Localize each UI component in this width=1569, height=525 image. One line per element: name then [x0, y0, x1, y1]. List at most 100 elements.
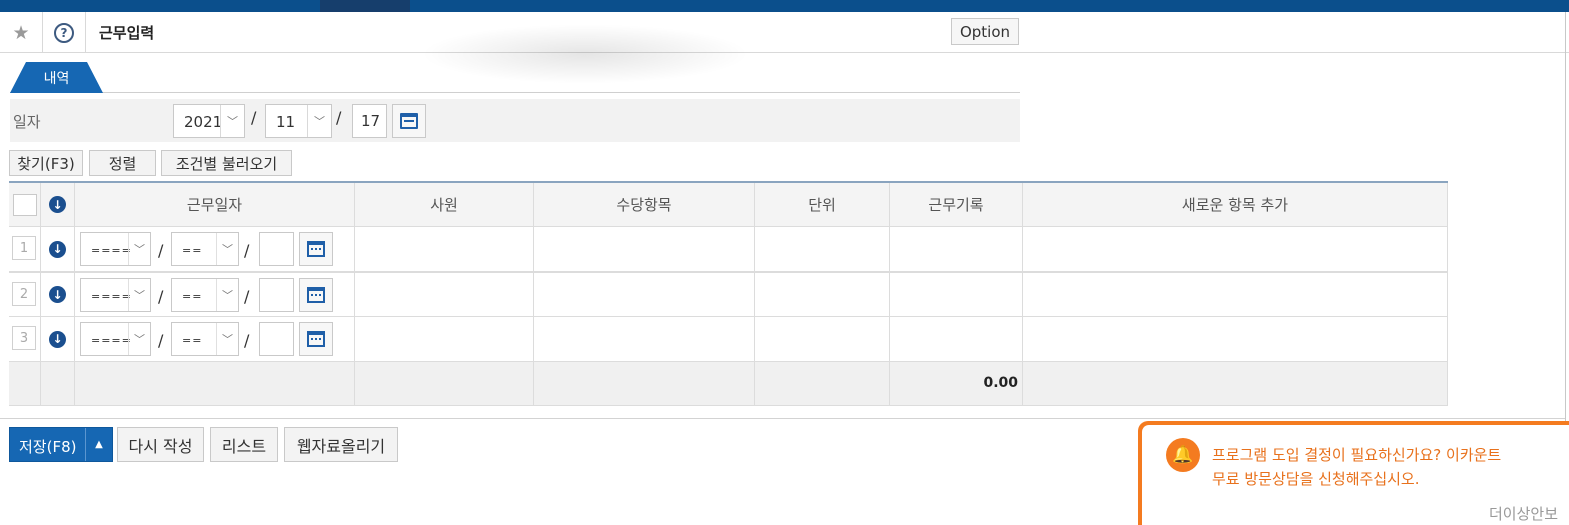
- table-row: 1 ↓ ==== ﹀ / == ﹀ /: [9, 227, 1448, 272]
- cell-work-record[interactable]: [890, 317, 1023, 361]
- year-select[interactable]: 2021 ﹀: [173, 104, 245, 138]
- month-value: 11: [276, 113, 296, 131]
- col-employee[interactable]: 사원: [355, 183, 534, 226]
- row-month-select[interactable]: == ﹀: [171, 232, 239, 266]
- download-icon[interactable]: ↓: [49, 196, 66, 213]
- calendar-button[interactable]: [299, 322, 333, 356]
- year-value: 2021: [184, 113, 223, 131]
- find-button[interactable]: 찾기(F3): [9, 150, 83, 176]
- select-all-checkbox[interactable]: [12, 193, 37, 216]
- date-separator: /: [158, 241, 164, 260]
- save-label: 저장(F8): [19, 438, 77, 456]
- bell-icon: 🔔: [1166, 438, 1200, 472]
- cell-unit[interactable]: [755, 317, 890, 361]
- calendar-button[interactable]: [299, 232, 333, 266]
- cell-extra[interactable]: [1023, 273, 1448, 316]
- cell-unit[interactable]: [755, 227, 890, 271]
- notification-text[interactable]: 프로그램 도입 결정이 필요하신가요? 이카운트 무료 방문상담을 신청해주십시…: [1212, 443, 1501, 491]
- table-row: 2 ↓ ==== ﹀ / == ﹀ /: [9, 272, 1448, 317]
- table-footer: 0.00: [9, 362, 1448, 406]
- cell-allowance[interactable]: [534, 273, 755, 316]
- notification-line-2: 무료 방문상담을 신청해주십시오.: [1212, 470, 1420, 488]
- row-month-select[interactable]: == ﹀: [171, 278, 239, 312]
- option-button[interactable]: Option: [951, 18, 1019, 45]
- row-month-select[interactable]: == ﹀: [171, 322, 239, 356]
- work-record-total: 0.00: [983, 375, 1018, 391]
- cell-employee[interactable]: [355, 227, 534, 271]
- row-number: 1: [12, 236, 36, 260]
- page-title: 근무입력: [99, 24, 155, 42]
- row-year-select[interactable]: ==== ﹀: [80, 322, 151, 356]
- chevron-down-icon: ﹀: [220, 105, 244, 137]
- date-separator: /: [244, 241, 250, 260]
- notification-line-1: 프로그램 도입 결정이 필요하신가요? 이카운트: [1212, 446, 1502, 464]
- calendar-button[interactable]: [392, 104, 426, 138]
- cell-work-record[interactable]: [890, 273, 1023, 316]
- help-icon[interactable]: ?: [43, 12, 86, 53]
- section-divider: [0, 418, 1565, 419]
- date-separator: /: [251, 108, 257, 127]
- chevron-down-icon: ﹀: [307, 105, 331, 137]
- chevron-down-icon: ﹀: [128, 233, 150, 265]
- cell-allowance[interactable]: [534, 227, 755, 271]
- chevron-down-icon: ﹀: [128, 323, 150, 355]
- calendar-icon: [400, 113, 418, 129]
- row-day-input[interactable]: [259, 322, 294, 356]
- col-unit[interactable]: 단위: [755, 183, 890, 226]
- calendar-icon: [307, 287, 325, 303]
- chevron-down-icon: ﹀: [216, 279, 238, 311]
- table-row: 3 ↓ ==== ﹀ / == ﹀ /: [9, 317, 1448, 362]
- col-work-record[interactable]: 근무기록: [890, 183, 1023, 226]
- tab-neyeok[interactable]: 내역: [10, 62, 103, 93]
- row-number: 2: [12, 282, 36, 306]
- cell-employee[interactable]: [355, 317, 534, 361]
- chevron-down-icon: ﹀: [216, 323, 238, 355]
- date-filter-row: 일자 2021 ﹀ / 11 ﹀ / 17: [10, 99, 1020, 142]
- title-bar: ★ ? 근무입력 Option: [0, 12, 1569, 84]
- download-icon[interactable]: ↓: [49, 240, 66, 258]
- row-number: 3: [12, 326, 36, 350]
- calendar-icon: [307, 331, 325, 347]
- load-by-condition-button[interactable]: 조건별 불러오기: [161, 150, 292, 176]
- sort-button[interactable]: 정렬: [89, 150, 156, 176]
- row-year-select[interactable]: ==== ﹀: [80, 278, 151, 312]
- date-separator: /: [336, 108, 342, 127]
- cell-extra[interactable]: [1023, 317, 1448, 361]
- caret-up-icon[interactable]: ▲: [85, 428, 112, 461]
- save-button[interactable]: 저장(F8) ▲: [9, 427, 113, 462]
- row-day-input[interactable]: [259, 278, 294, 312]
- date-label: 일자: [13, 113, 41, 131]
- cell-work-record[interactable]: [890, 227, 1023, 271]
- work-table: ↓ 근무일자 사원 수당항목 단위 근무기록 새로운 항목 추가 1 ↓ ===…: [9, 181, 1448, 406]
- chevron-down-icon: ﹀: [216, 233, 238, 265]
- date-separator: /: [158, 287, 164, 306]
- col-work-date[interactable]: 근무일자: [75, 183, 355, 226]
- dont-show-again-link[interactable]: 더이상안보: [1489, 503, 1558, 524]
- rewrite-button[interactable]: 다시 작성: [117, 427, 204, 462]
- row-day-input[interactable]: [259, 232, 294, 266]
- col-add-item[interactable]: 새로운 항목 추가: [1023, 183, 1448, 226]
- cell-extra[interactable]: [1023, 227, 1448, 271]
- cell-allowance[interactable]: [534, 317, 755, 361]
- download-icon[interactable]: ↓: [49, 330, 66, 348]
- list-button[interactable]: 리스트: [210, 427, 278, 462]
- date-separator: /: [244, 331, 250, 350]
- top-nav-bar: [0, 0, 1569, 12]
- download-icon[interactable]: ↓: [49, 286, 66, 303]
- date-separator: /: [158, 331, 164, 350]
- table-header: ↓ 근무일자 사원 수당항목 단위 근무기록 새로운 항목 추가: [9, 183, 1448, 227]
- calendar-button[interactable]: [299, 278, 333, 312]
- web-upload-button[interactable]: 웹자료올리기: [284, 427, 398, 462]
- tab-bar: 내역: [10, 62, 1020, 93]
- cell-employee[interactable]: [355, 273, 534, 316]
- col-allowance[interactable]: 수당항목: [534, 183, 755, 226]
- star-icon[interactable]: ★: [0, 12, 43, 53]
- day-input[interactable]: 17: [352, 104, 387, 138]
- row-year-select[interactable]: ==== ﹀: [80, 232, 151, 266]
- cell-unit[interactable]: [755, 273, 890, 316]
- date-separator: /: [244, 287, 250, 306]
- chevron-down-icon: ﹀: [128, 279, 150, 311]
- top-nav-active-tab[interactable]: [320, 0, 410, 12]
- month-select[interactable]: 11 ﹀: [265, 104, 332, 138]
- calendar-icon: [307, 241, 325, 257]
